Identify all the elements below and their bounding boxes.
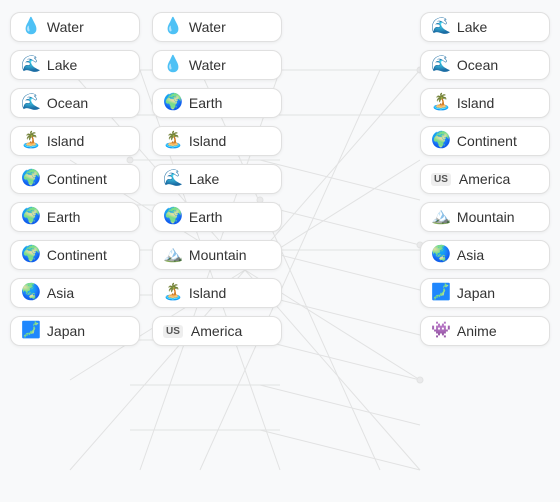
- tag-rc8[interactable]: 🗾 Japan: [420, 278, 550, 308]
- tag-icon-rc5: US: [431, 173, 451, 186]
- tag-label-rc3: Island: [457, 95, 494, 111]
- tag-label-lc1: Water: [47, 19, 84, 35]
- tag-icon-rc2: 🌊: [431, 57, 451, 73]
- tag-icon-mc9: US: [163, 325, 183, 338]
- tag-label-lc9: Japan: [47, 323, 85, 339]
- tag-lc1[interactable]: 💧 Water: [10, 12, 140, 42]
- tag-lc4[interactable]: 🏝️ Island: [10, 126, 140, 156]
- tag-rc7[interactable]: 🌏 Asia: [420, 240, 550, 270]
- tag-label-rc1: Lake: [457, 19, 487, 35]
- tag-icon-rc3: 🏝️: [431, 95, 451, 111]
- tag-label-lc3: Ocean: [47, 95, 88, 111]
- tag-label-rc6: Mountain: [457, 209, 515, 225]
- tag-mc7[interactable]: 🏔️ Mountain: [152, 240, 282, 270]
- tag-label-mc9: America: [191, 323, 242, 339]
- tag-mc4[interactable]: 🏝️ Island: [152, 126, 282, 156]
- tag-label-lc7: Continent: [47, 247, 107, 263]
- tag-mc6[interactable]: 🌍 Earth: [152, 202, 282, 232]
- tag-icon-rc6: 🏔️: [431, 209, 451, 225]
- tag-icon-lc3: 🌊: [21, 95, 41, 111]
- tag-label-lc8: Asia: [47, 285, 74, 301]
- tag-icon-mc3: 🌍: [163, 95, 183, 111]
- tag-icon-lc2: 🌊: [21, 57, 41, 73]
- tag-label-mc7: Mountain: [189, 247, 247, 263]
- tag-label-mc8: Island: [189, 285, 226, 301]
- tag-label-mc5: Lake: [189, 171, 219, 187]
- left-column: 💧 Water 🌊 Lake 🌊 Ocean 🏝️ Island 🌍 Continent 🌍 Eart…: [10, 12, 140, 490]
- tag-icon-lc7: 🌍: [21, 247, 41, 263]
- tag-label-mc4: Island: [189, 133, 226, 149]
- tag-label-lc5: Continent: [47, 171, 107, 187]
- tag-rc2[interactable]: 🌊 Ocean: [420, 50, 550, 80]
- tag-icon-lc4: 🏝️: [21, 133, 41, 149]
- tag-rc6[interactable]: 🏔️ Mountain: [420, 202, 550, 232]
- tag-label-lc2: Lake: [47, 57, 77, 73]
- tag-mc2[interactable]: 💧 Water: [152, 50, 282, 80]
- tag-icon-mc1: 💧: [163, 19, 183, 35]
- tag-rc5[interactable]: US America: [420, 164, 550, 194]
- tag-label-mc3: Earth: [189, 95, 222, 111]
- tag-lc3[interactable]: 🌊 Ocean: [10, 88, 140, 118]
- tag-mc8[interactable]: 🏝️ Island: [152, 278, 282, 308]
- tag-label-rc7: Asia: [457, 247, 484, 263]
- tag-lc5[interactable]: 🌍 Continent: [10, 164, 140, 194]
- tag-label-lc4: Island: [47, 133, 84, 149]
- tag-lc6[interactable]: 🌍 Earth: [10, 202, 140, 232]
- tag-mc9[interactable]: US America: [152, 316, 282, 346]
- right-column: 🌊 Lake 🌊 Ocean 🏝️ Island 🌍 Continent US America 🏔️…: [420, 12, 550, 490]
- tag-mc1[interactable]: 💧 Water: [152, 12, 282, 42]
- tag-rc3[interactable]: 🏝️ Island: [420, 88, 550, 118]
- tag-icon-mc2: 💧: [163, 57, 183, 73]
- tag-icon-rc9: 👾: [431, 323, 451, 339]
- tag-icon-rc1: 🌊: [431, 19, 451, 35]
- tag-lc9[interactable]: 🗾 Japan: [10, 316, 140, 346]
- tag-icon-mc6: 🌍: [163, 209, 183, 225]
- mid-column: 💧 Water 💧 Water 🌍 Earth 🏝️ Island 🌊 Lake 🌍 Earth 🏔️ M…: [152, 12, 282, 490]
- tag-mc5[interactable]: 🌊 Lake: [152, 164, 282, 194]
- tag-icon-lc6: 🌍: [21, 209, 41, 225]
- tag-label-rc5: America: [459, 171, 510, 187]
- tag-label-rc8: Japan: [457, 285, 495, 301]
- tag-icon-rc8: 🗾: [431, 285, 451, 301]
- tag-icon-mc7: 🏔️: [163, 247, 183, 263]
- tag-icon-lc8: 🌏: [21, 285, 41, 301]
- tag-rc4[interactable]: 🌍 Continent: [420, 126, 550, 156]
- tag-lc8[interactable]: 🌏 Asia: [10, 278, 140, 308]
- tag-label-lc6: Earth: [47, 209, 80, 225]
- tag-icon-rc4: 🌍: [431, 133, 451, 149]
- tag-icon-rc7: 🌏: [431, 247, 451, 263]
- tag-label-mc6: Earth: [189, 209, 222, 225]
- tag-label-rc2: Ocean: [457, 57, 498, 73]
- tag-rc9[interactable]: 👾 Anime: [420, 316, 550, 346]
- tag-icon-mc4: 🏝️: [163, 133, 183, 149]
- tag-icon-lc9: 🗾: [21, 323, 41, 339]
- tag-label-rc9: Anime: [457, 323, 497, 339]
- tag-label-mc1: Water: [189, 19, 226, 35]
- tag-lc7[interactable]: 🌍 Continent: [10, 240, 140, 270]
- tag-rc1[interactable]: 🌊 Lake: [420, 12, 550, 42]
- tag-lc2[interactable]: 🌊 Lake: [10, 50, 140, 80]
- tag-icon-mc5: 🌊: [163, 171, 183, 187]
- tag-label-rc4: Continent: [457, 133, 517, 149]
- tag-icon-lc5: 🌍: [21, 171, 41, 187]
- tag-mc3[interactable]: 🌍 Earth: [152, 88, 282, 118]
- tag-icon-mc8: 🏝️: [163, 285, 183, 301]
- tag-icon-lc1: 💧: [21, 19, 41, 35]
- tag-label-mc2: Water: [189, 57, 226, 73]
